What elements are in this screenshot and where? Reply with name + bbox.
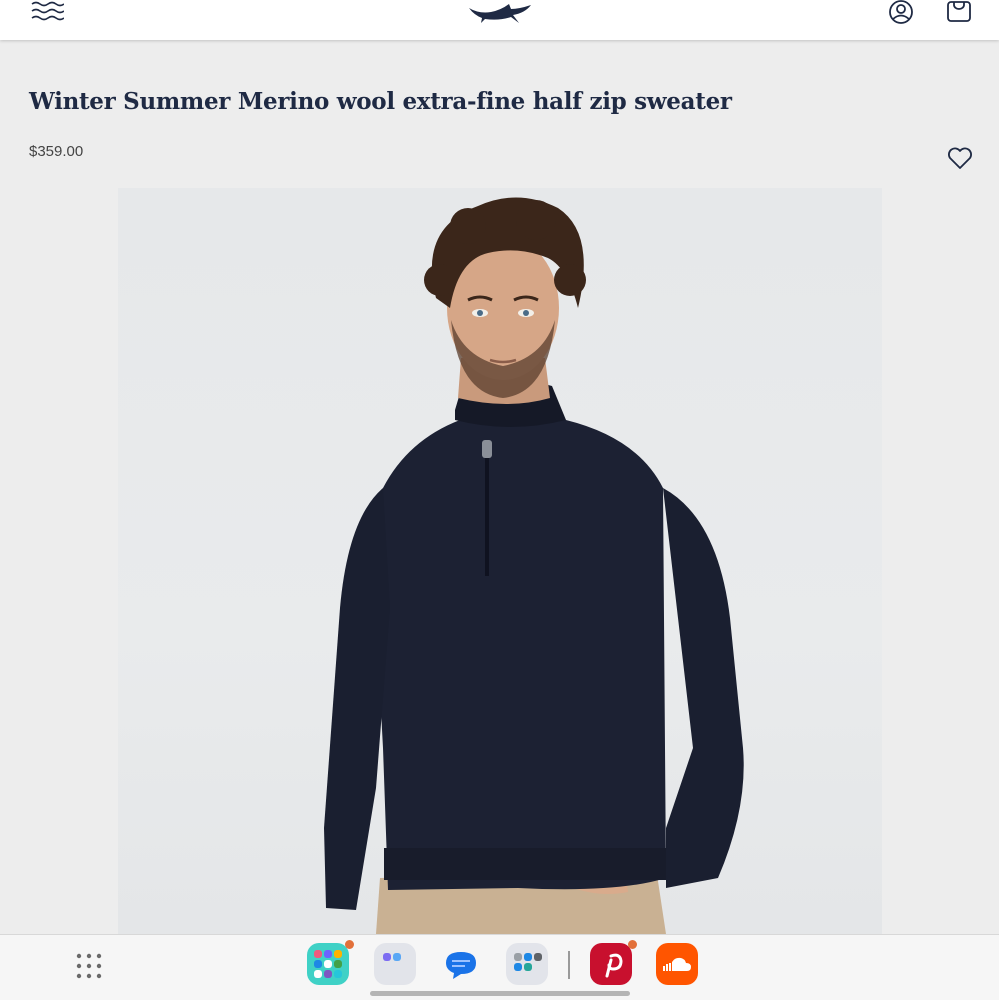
home-indicator[interactable] [370,991,630,996]
dock-divider [568,951,570,979]
messages-icon[interactable] [440,943,482,985]
notification-dot [628,940,637,949]
pinterest-icon[interactable] [590,940,637,985]
shopping-bag-icon[interactable] [945,0,973,24]
notification-dot [345,940,354,949]
soundcloud-icon[interactable] [656,943,698,985]
heart-outline-icon[interactable] [946,145,974,171]
model-photo [324,197,744,934]
app-drawer-icon[interactable] [74,951,104,981]
top-header [0,0,999,40]
product-title: Winter Summer Merino wool extra-fine hal… [29,88,732,115]
app-folder-icon[interactable] [307,940,354,985]
product-price: $359.00 [29,143,84,160]
app-dock [0,934,999,1000]
folder-icon[interactable] [374,943,416,985]
product-image[interactable] [118,188,882,934]
shark-logo-icon[interactable] [466,0,534,26]
folder-icon[interactable] [506,943,548,985]
menu-waves-icon[interactable] [30,0,64,24]
account-icon[interactable] [887,0,915,26]
